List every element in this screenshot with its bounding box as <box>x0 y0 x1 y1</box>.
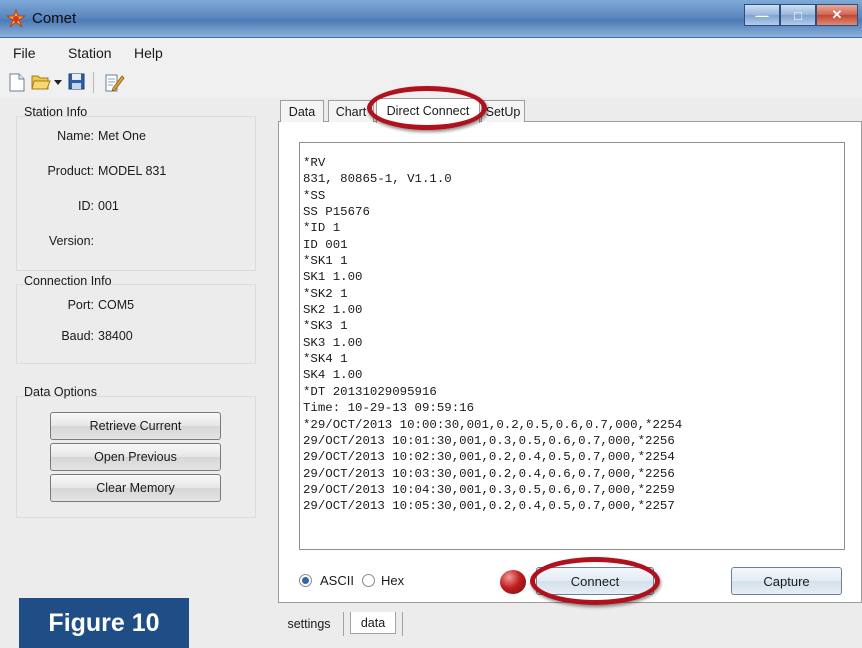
terminal-line: 29/OCT/2013 10:05:30,001,0.2,0.4,0.5,0.7… <box>303 499 675 514</box>
new-file-icon[interactable] <box>9 73 25 92</box>
connection-info-label: Connection Info <box>24 274 112 288</box>
close-icon: ✕ <box>831 7 843 22</box>
connection-info-group <box>16 284 256 364</box>
baud-value: 38400 <box>98 329 133 343</box>
bottom-tab-divider <box>343 612 344 636</box>
retrieve-current-button[interactable]: Retrieve Current <box>50 412 221 440</box>
open-folder-icon[interactable] <box>31 73 51 91</box>
maximize-icon: □ <box>794 7 802 23</box>
terminal-line: SK1 1.00 <box>303 270 363 285</box>
terminal-line: *ID 1 <box>303 221 341 236</box>
ascii-radio[interactable] <box>299 574 312 587</box>
bottom-tab-divider-2 <box>402 612 403 636</box>
terminal-line: *DT 20131029095916 <box>303 384 437 399</box>
menu-bar: File Station Help <box>0 38 862 68</box>
maximize-button[interactable]: □ <box>780 4 816 26</box>
terminal-line: *SK4 1 <box>303 352 348 367</box>
save-icon[interactable] <box>68 73 85 90</box>
id-label: ID: <box>78 199 94 213</box>
product-label: Product: <box>47 164 94 178</box>
tab-data-bottom[interactable]: data <box>350 612 396 634</box>
product-value: MODEL 831 <box>98 164 167 178</box>
open-previous-button[interactable]: Open Previous <box>50 443 221 471</box>
menu-station[interactable]: Station <box>68 45 112 61</box>
baud-label: Baud: <box>61 329 94 343</box>
connection-status-led-icon <box>500 570 526 594</box>
terminal-line: SK3 1.00 <box>303 335 363 350</box>
terminal-line: *SK1 1 <box>303 254 348 269</box>
tab-setup[interactable]: SetUp <box>481 100 525 122</box>
terminal-line: 29/OCT/2013 10:02:30,001,0.2,0.4,0.5,0.7… <box>303 450 675 465</box>
hex-radio[interactable] <box>362 574 375 587</box>
station-info-label: Station Info <box>24 105 88 119</box>
edit-icon[interactable] <box>105 73 125 92</box>
port-label: Port: <box>67 298 94 312</box>
comet-app-icon <box>6 9 26 28</box>
capture-button[interactable]: Capture <box>731 567 842 595</box>
minimize-button[interactable]: — <box>744 4 780 26</box>
title-bar: Comet — □ ✕ <box>0 0 862 38</box>
name-label: Name: <box>57 129 94 143</box>
data-options-label: Data Options <box>24 385 97 399</box>
version-label: Version: <box>48 234 94 248</box>
id-value: 001 <box>98 199 119 213</box>
terminal-line: Time: 10-29-13 09:59:16 <box>303 401 475 416</box>
ascii-label: ASCII <box>320 573 354 588</box>
terminal-line: SK2 1.00 <box>303 303 363 318</box>
figure-label: Figure 10 <box>19 598 189 648</box>
close-button[interactable]: ✕ <box>816 4 858 26</box>
terminal-line: *SK2 1 <box>303 286 348 301</box>
minimize-icon: — <box>755 7 769 23</box>
terminal-line: *SK3 1 <box>303 319 348 334</box>
terminal-line: SS P15676 <box>303 205 370 220</box>
window-title: Comet <box>32 10 77 27</box>
terminal-output[interactable]: *RV 831, 80865-1, V1.1.0 *SS SS P15676 *ID 1… <box>299 142 845 550</box>
connect-highlight <box>530 557 660 605</box>
terminal-line: *RV <box>303 156 326 170</box>
dropdown-arrow-icon[interactable] <box>54 80 62 86</box>
name-value: Met One <box>98 129 146 143</box>
direct-connect-highlight <box>367 86 487 130</box>
menu-help[interactable]: Help <box>134 45 163 61</box>
tab-data[interactable]: Data <box>280 100 324 122</box>
terminal-line: ID 001 <box>303 237 348 252</box>
terminal-line: 831, 80865-1, V1.1.0 <box>303 172 452 187</box>
tab-settings[interactable]: settings <box>284 612 334 636</box>
terminal-line: *SS <box>303 188 326 203</box>
clear-memory-button[interactable]: Clear Memory <box>50 474 221 502</box>
port-value: COM5 <box>98 298 135 312</box>
toolbar-divider <box>93 72 94 93</box>
terminal-line: 29/OCT/2013 10:03:30,001,0.2,0.4,0.6,0.7… <box>303 466 675 481</box>
terminal-line: *29/OCT/2013 10:00:30,001,0.2,0.5,0.6,0.… <box>303 417 683 432</box>
terminal-line: SK4 1.00 <box>303 368 363 383</box>
menu-file[interactable]: File <box>13 45 36 61</box>
terminal-line: 29/OCT/2013 10:04:30,001,0.3,0.5,0.6,0.7… <box>303 482 675 497</box>
terminal-line: 29/OCT/2013 10:01:30,001,0.3,0.5,0.6,0.7… <box>303 433 675 448</box>
hex-label: Hex <box>381 573 405 588</box>
